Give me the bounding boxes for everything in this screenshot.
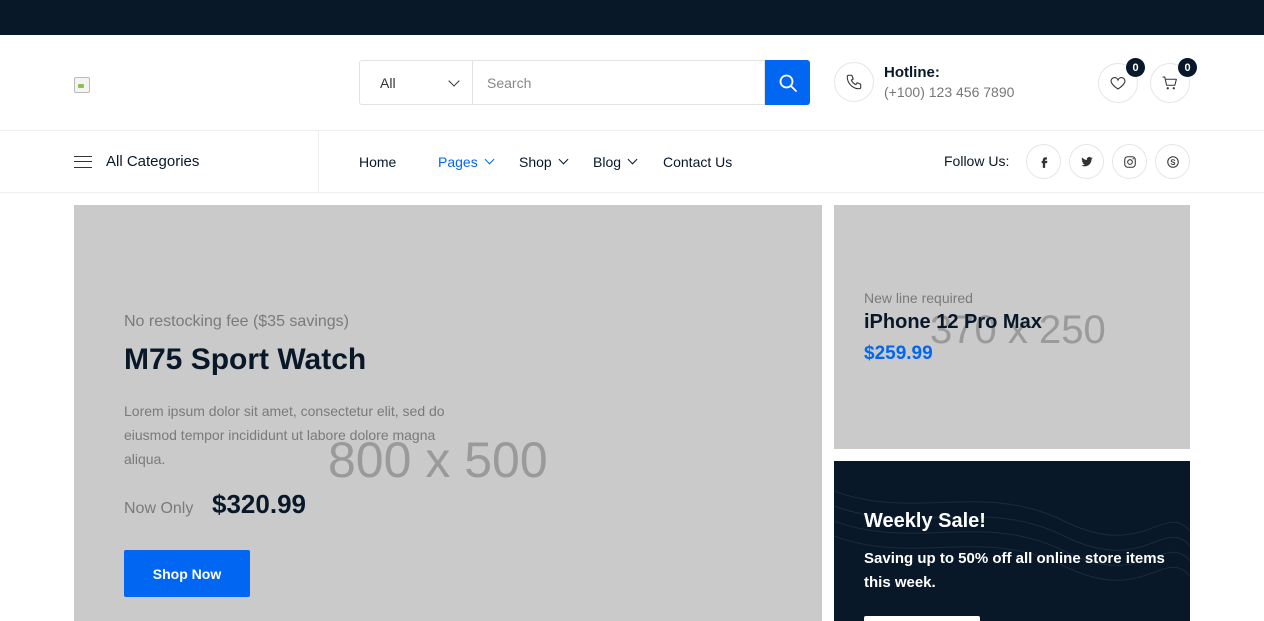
all-categories-button[interactable]: All Categories (74, 131, 199, 192)
nav-item-shop[interactable]: Shop (519, 131, 569, 192)
nav-item-label: Shop (519, 153, 552, 170)
hamburger-icon (74, 155, 92, 168)
chevron-down-icon (627, 154, 638, 165)
search-category-select[interactable]: All (359, 60, 472, 105)
twitter-link[interactable] (1069, 144, 1104, 179)
hero-price: $320.99 (212, 489, 306, 519)
wishlist-count-badge: 0 (1126, 58, 1145, 77)
follow-us-label: Follow Us: (944, 153, 1010, 169)
heart-icon (1110, 77, 1126, 90)
chevron-down-icon (558, 154, 569, 165)
side-banner-price: $259.99 (864, 343, 933, 364)
shop-now-button[interactable]: Shop Now (124, 550, 250, 597)
nav-item-label: Blog (593, 153, 622, 170)
cart-icon (1162, 76, 1177, 90)
header: All Hotline: (+100) 123 456 7890 0 0 (0, 35, 1264, 131)
hero-banner[interactable]: 800 x 500 No restocking fee ($35 savings… (74, 205, 822, 621)
nav-item-label: Pages (438, 153, 478, 170)
twitter-icon (1080, 156, 1093, 166)
nav-item-label: Contact Us (663, 153, 733, 170)
side-banner-title: iPhone 12 Pro Max (864, 311, 1042, 333)
cart-button[interactable]: 0 (1150, 58, 1197, 103)
all-categories-label: All Categories (106, 153, 200, 170)
top-bar (0, 0, 1264, 35)
now-only-label: Now Only (124, 500, 194, 517)
hero-subtitle: No restocking fee ($35 savings) (124, 313, 349, 330)
skype-icon (1166, 155, 1179, 168)
search-input[interactable] (472, 60, 765, 105)
wave-pattern-decoration (834, 490, 1190, 581)
logo-broken-image[interactable] (74, 77, 90, 93)
side-banner-iphone[interactable]: 370 x 250 New line required iPhone 12 Pr… (834, 205, 1190, 449)
instagram-link[interactable] (1112, 144, 1147, 179)
facebook-link[interactable] (1026, 144, 1061, 179)
hero-description: Lorem ipsum dolor sit amet, consectetur … (124, 403, 445, 467)
search-bar: All (359, 60, 810, 105)
nav-item-home[interactable]: Home (359, 131, 396, 192)
phone-icon-circle (834, 62, 874, 102)
main-navigation: All Categories Home Pages Shop Blog Cont… (0, 131, 1264, 193)
search-button[interactable] (765, 60, 810, 105)
hotline-label: Hotline: (884, 64, 940, 81)
cart-count-badge: 0 (1178, 58, 1197, 77)
hotline-number: (+100) 123 456 7890 (884, 84, 1015, 100)
weekly-sale-banner: Weekly Sale! Saving up to 50% off all on… (834, 461, 1190, 621)
chevron-down-icon (448, 75, 460, 87)
side-banner-subtitle: New line required (864, 290, 973, 306)
wishlist-button[interactable]: 0 (1098, 58, 1145, 103)
weekly-sale-button[interactable] (864, 616, 980, 621)
hero-title: M75 Sport Watch (124, 343, 367, 376)
skype-link[interactable] (1155, 144, 1190, 179)
search-category-value: All (380, 74, 396, 91)
weekly-sale-title: Weekly Sale! (864, 510, 986, 532)
facebook-icon (1041, 156, 1047, 168)
nav-divider (318, 131, 319, 192)
instagram-icon (1123, 155, 1136, 168)
search-icon (779, 74, 797, 92)
nav-item-contact[interactable]: Contact Us (663, 131, 732, 192)
nav-item-blog[interactable]: Blog (593, 131, 638, 192)
phone-icon (846, 74, 862, 90)
weekly-sale-text: Saving up to 50% off all online store it… (864, 550, 1165, 591)
nav-item-label: Home (359, 153, 397, 170)
nav-item-pages[interactable]: Pages (438, 131, 495, 192)
chevron-down-icon (484, 154, 495, 165)
